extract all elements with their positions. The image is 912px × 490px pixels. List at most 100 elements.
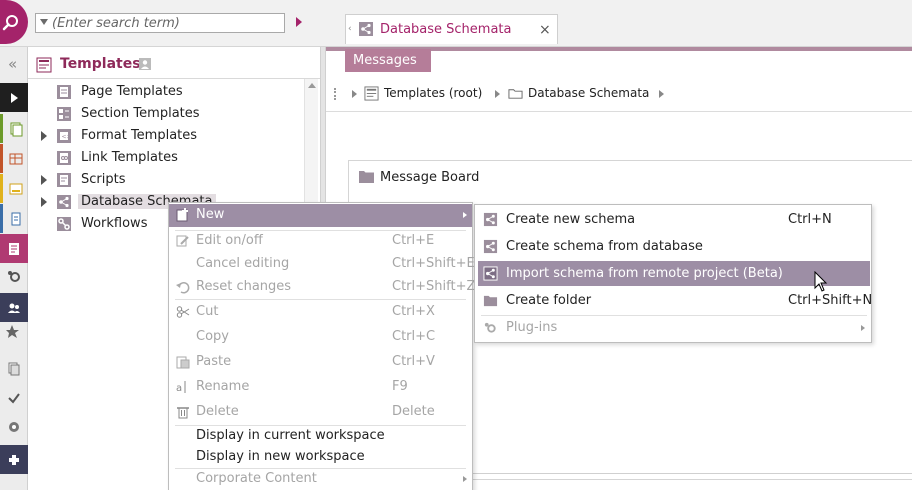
database-schema-icon [483, 212, 498, 227]
clock-icon [9, 421, 19, 432]
gear-icon [8, 270, 20, 282]
user-icon [139, 58, 151, 70]
tree-item-format-templates[interactable]: <> Format Templates [28, 125, 298, 147]
expand-icon[interactable] [41, 131, 47, 141]
menu-item-rename[interactable]: a Rename F9 [169, 376, 472, 399]
menu-item-label: Copy [196, 329, 229, 344]
search-go-icon[interactable] [296, 17, 302, 27]
svg-text:<>: <> [62, 134, 72, 141]
strip-structure-button[interactable] [0, 144, 28, 173]
collapse-panel-icon[interactable]: « [8, 55, 17, 73]
tab-label: Database Schemata [380, 22, 512, 37]
search-input[interactable] [52, 14, 282, 32]
menu-item-shortcut: F9 [392, 379, 408, 394]
tree-item-scripts[interactable]: Scripts [28, 169, 298, 191]
menu-item-delete[interactable]: Delete Delete [169, 401, 472, 424]
menu-item-create-new-schema[interactable]: Create new schema Ctrl+N [478, 207, 870, 232]
folder-icon [359, 171, 374, 183]
menu-item-label: Paste [196, 354, 232, 369]
gear-icon [484, 322, 496, 333]
expand-icon[interactable] [41, 175, 47, 185]
breadcrumb: Templates (root) Database Schemata [326, 83, 912, 105]
app-logo-button[interactable] [0, 0, 28, 44]
tab-messages[interactable]: Messages [345, 49, 431, 72]
menu-separator [175, 299, 466, 300]
undo-icon [176, 282, 190, 294]
search-dropdown-icon[interactable] [40, 19, 48, 25]
divider [326, 111, 912, 112]
strip-global-settings-button[interactable] [0, 261, 28, 290]
menu-item-plug-ins[interactable]: Plug-ins [478, 315, 870, 340]
paste-icon [176, 356, 190, 369]
divider [28, 78, 320, 79]
menu-item-create-folder[interactable]: Create folder Ctrl+Shift+N [478, 288, 872, 313]
scissors-icon [176, 306, 190, 318]
menu-item-label: Rename [196, 379, 250, 394]
menu-item-label: Create schema from database [506, 239, 703, 254]
expand-icon[interactable] [41, 197, 47, 207]
templates-icon [9, 242, 19, 255]
menu-item-label: Import schema from remote project (Beta) [506, 266, 783, 281]
tree-item-link-templates[interactable]: Link Templates [28, 147, 298, 169]
strip-data-button[interactable] [0, 204, 28, 233]
strip-copy-button[interactable] [0, 354, 28, 383]
strip-media-button[interactable] [0, 174, 28, 203]
database-schema-icon [359, 22, 373, 36]
tree-item-section-templates[interactable]: Section Templates [28, 103, 298, 125]
menu-item-shortcut: Delete [392, 404, 435, 419]
strip-templates-button[interactable] [0, 234, 28, 263]
new-icon [176, 208, 188, 222]
strip-tasks-button[interactable] [0, 383, 28, 412]
menu-item-display-current-workspace[interactable]: Display in current workspace [169, 425, 472, 448]
scroll-up-icon[interactable] [308, 83, 316, 88]
menu-item-shortcut: Ctrl+C [392, 329, 436, 344]
menu-item-new[interactable]: New [169, 204, 472, 227]
search-box[interactable] [35, 13, 285, 33]
breadcrumb-item-current[interactable]: Database Schemata [528, 86, 649, 100]
strip-history-button[interactable] [0, 412, 28, 441]
users-icon [8, 303, 20, 313]
panel-title: Templates [60, 56, 141, 72]
tab-database-schemata[interactable]: ‹ Database Schemata × [345, 14, 558, 44]
svg-text:a: a [176, 383, 182, 394]
menu-item-paste[interactable]: Paste Ctrl+V [169, 351, 472, 374]
menu-item-shortcut: Ctrl+Shift+Z [392, 279, 476, 294]
chevron-right-icon [352, 90, 357, 98]
strip-content-button[interactable] [0, 114, 28, 143]
menu-item-shortcut: Ctrl+V [392, 354, 435, 369]
perspective-strip [0, 47, 28, 490]
submenu-arrow-icon [463, 476, 467, 482]
close-icon[interactable]: × [539, 22, 551, 38]
trash-icon [177, 407, 189, 419]
breadcrumb-item-root[interactable]: Templates (root) [384, 86, 482, 100]
tree-item-label: Scripts [81, 172, 126, 187]
data-sources-icon [11, 212, 20, 225]
menu-item-label: Reset changes [196, 279, 292, 294]
menu-item-create-schema-from-database[interactable]: Create schema from database [478, 234, 870, 259]
menu-item-shortcut: Ctrl+N [788, 212, 832, 227]
section-template-icon [57, 107, 71, 121]
menu-item-edit-on-off[interactable]: Edit on/off Ctrl+E [169, 230, 472, 253]
strip-bookmarks-button[interactable] [0, 323, 28, 339]
menu-item-import-schema-remote[interactable]: Import schema from remote project (Beta) [478, 261, 870, 286]
strip-users-button[interactable] [0, 293, 28, 322]
tree-item-page-templates[interactable]: Page Templates [28, 81, 298, 103]
menu-item-reset-changes[interactable]: Reset changes Ctrl+Shift+Z [169, 276, 476, 299]
menu-item-copy[interactable]: Copy Ctrl+C [169, 326, 472, 349]
copy-icon [8, 362, 20, 375]
strip-plugins-button[interactable] [0, 445, 28, 474]
new-submenu: Create new schema Ctrl+N Create schema f… [474, 204, 872, 343]
tree-item-label: Format Templates [81, 128, 198, 143]
menu-item-cancel-editing[interactable]: Cancel editing Ctrl+Shift+E [169, 253, 475, 276]
menu-item-cut[interactable]: Cut Ctrl+X [169, 301, 472, 324]
tab-scroll-left-icon[interactable]: ‹ [348, 24, 352, 34]
menu-item-label: Create folder [506, 293, 592, 308]
script-icon [57, 173, 71, 187]
templates-icon [364, 86, 379, 101]
strip-play-button[interactable] [0, 83, 28, 112]
star-icon [6, 325, 19, 338]
menu-item-display-new-workspace[interactable]: Display in new workspace [169, 446, 472, 469]
database-schema-icon [483, 266, 498, 281]
menu-item-shortcut: Ctrl+Shift+E [392, 256, 475, 271]
menu-item-corporate-content[interactable]: Corporate Content [169, 468, 472, 490]
